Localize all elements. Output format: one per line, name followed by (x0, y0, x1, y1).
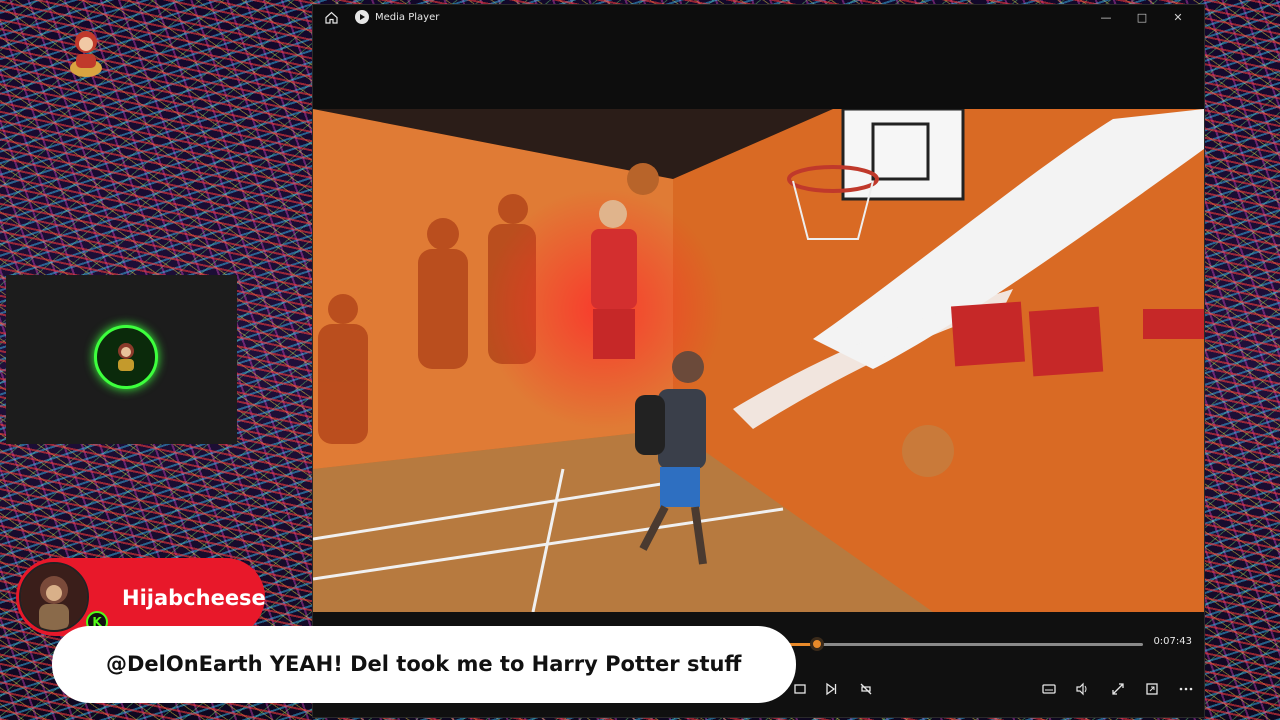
more-icon[interactable] (1175, 678, 1197, 700)
maximize-icon[interactable]: □ (1124, 7, 1160, 27)
chat-username: Hijabcheese (122, 586, 266, 610)
fullscreen-icon[interactable] (1107, 678, 1129, 700)
chat-message-bubble: @DelOnEarth YEAH! Del took me to Harry P… (52, 626, 796, 703)
app-icon (355, 10, 369, 24)
media-player-window: Media Player — □ ✕ 0:07:43 (313, 5, 1204, 717)
volume-icon[interactable] (1071, 678, 1093, 700)
webcam-avatar-ring (94, 325, 158, 389)
seek-thumb[interactable] (810, 637, 825, 651)
window-controls: — □ ✕ (1088, 7, 1196, 27)
miniplayer-icon[interactable] (1141, 678, 1163, 700)
chat-username-pill: K Hijabcheese (16, 558, 266, 636)
video-frame[interactable] (313, 109, 1204, 612)
close-icon[interactable]: ✕ (1160, 7, 1196, 27)
webcam-box (6, 275, 237, 444)
chat-message-text: @DelOnEarth YEAH! Del took me to Harry P… (106, 652, 742, 676)
window-title: Media Player (375, 11, 440, 23)
loop-icon[interactable] (855, 678, 877, 700)
subtitles-icon[interactable] (1038, 678, 1060, 700)
total-duration: 0:07:43 (1153, 636, 1192, 647)
video-scene (313, 109, 1204, 612)
webcam-avatar (118, 343, 134, 371)
chat-avatar (19, 562, 89, 632)
home-icon[interactable] (321, 7, 341, 27)
skip-next-icon[interactable] (820, 678, 842, 700)
seek-bar[interactable] (773, 637, 1143, 651)
mascot-sticker (70, 31, 102, 77)
minimize-icon[interactable]: — (1088, 7, 1124, 27)
title-bar: Media Player — □ ✕ (313, 5, 1204, 29)
